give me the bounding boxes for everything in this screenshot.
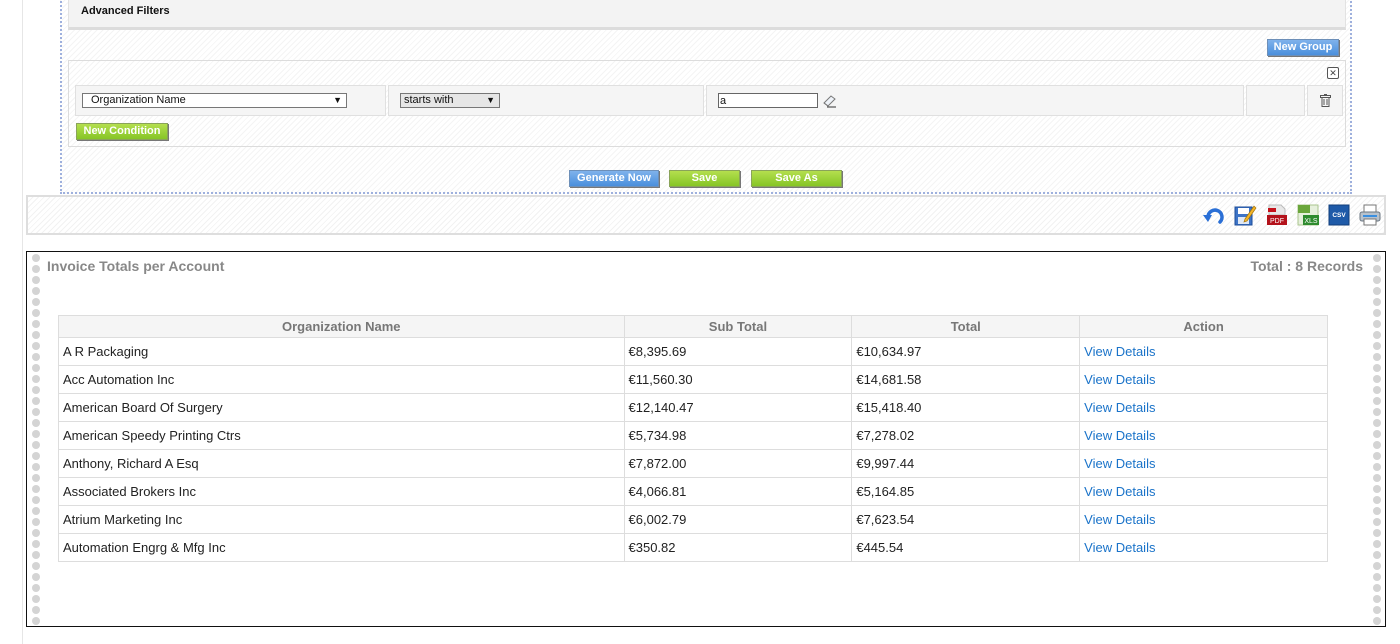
pdf-label: PDF xyxy=(1270,218,1284,225)
export-pdf-icon[interactable]: PDF xyxy=(1265,203,1289,227)
view-details-link[interactable]: View Details xyxy=(1084,344,1155,359)
action-cell: View Details xyxy=(1079,337,1328,366)
advanced-filters-title: Advanced Filters xyxy=(81,5,170,17)
report-panel: Invoice Totals per Account Total : 8 Rec… xyxy=(26,251,1386,627)
field-cell: Organization Name ▼ xyxy=(75,85,386,116)
table-row: Acc Automation Inc €11,560.30 €14,681.58… xyxy=(58,365,1328,394)
export-xls-icon[interactable]: XLS xyxy=(1296,203,1320,227)
org-name-cell: American Board Of Surgery xyxy=(58,393,625,422)
action-cell: View Details xyxy=(1079,393,1328,422)
close-box-icon[interactable]: ✕ xyxy=(1327,67,1339,79)
eraser-icon[interactable] xyxy=(821,94,837,108)
column-header-subtotal[interactable]: Sub Total xyxy=(623,315,853,338)
export-csv-icon[interactable]: CSV xyxy=(1327,203,1351,227)
view-details-link[interactable]: View Details xyxy=(1084,484,1155,499)
right-binding-dots xyxy=(1372,254,1382,628)
action-cell: View Details xyxy=(1079,365,1328,394)
total-cell: €7,623.54 xyxy=(851,505,1081,534)
filter-group: ✕ Organization Name ▼ starts with ▼ a Ne… xyxy=(68,60,1346,147)
table-header-row: Organization Name Sub Total Total Action xyxy=(58,315,1328,338)
org-name-cell: A R Packaging xyxy=(58,337,625,366)
subtotal-cell: €7,872.00 xyxy=(623,449,853,478)
subtotal-cell: €11,560.30 xyxy=(623,365,853,394)
operator-select[interactable]: starts with ▼ xyxy=(400,93,500,108)
empty-cell xyxy=(1246,85,1305,116)
org-name-cell: Anthony, Richard A Esq xyxy=(58,449,625,478)
org-name-cell: American Speedy Printing Ctrs xyxy=(58,421,625,450)
action-cell: View Details xyxy=(1079,421,1328,450)
delete-cell xyxy=(1307,85,1343,116)
operator-select-value: starts with xyxy=(404,94,454,106)
generate-now-button[interactable]: Generate Now xyxy=(569,170,659,187)
print-icon[interactable] xyxy=(1358,203,1382,227)
table-row: American Board Of Surgery €12,140.47 €15… xyxy=(58,393,1328,422)
filter-condition-row: Organization Name ▼ starts with ▼ xyxy=(69,85,1345,116)
field-select[interactable]: Organization Name ▼ xyxy=(82,93,347,108)
total-cell: €7,278.02 xyxy=(851,421,1081,450)
total-cell: €10,634.97 xyxy=(851,337,1081,366)
total-cell: €5,164.85 xyxy=(851,477,1081,506)
record-count: Total : 8 Records xyxy=(1250,258,1363,274)
view-details-link[interactable]: View Details xyxy=(1084,456,1155,471)
value-cell xyxy=(706,85,1244,116)
total-cell: €14,681.58 xyxy=(851,365,1081,394)
advanced-filters-header: Advanced Filters xyxy=(68,0,1346,30)
table-row: Automation Engrg & Mfg Inc €350.82 €445.… xyxy=(58,533,1328,562)
org-name-cell: Associated Brokers Inc xyxy=(58,477,625,506)
org-name-cell: Acc Automation Inc xyxy=(58,365,625,394)
value-input[interactable] xyxy=(718,93,818,108)
view-details-link[interactable]: View Details xyxy=(1084,428,1155,443)
table-row: American Speedy Printing Ctrs €5,734.98 … xyxy=(58,421,1328,450)
report-title: Invoice Totals per Account xyxy=(47,258,225,274)
column-header-organization[interactable]: Organization Name xyxy=(58,315,625,338)
action-cell: View Details xyxy=(1079,533,1328,562)
report-toolbar: PDF XLS CSV xyxy=(26,195,1386,235)
operator-cell: starts with ▼ xyxy=(388,85,704,116)
subtotal-cell: €6,002.79 xyxy=(623,505,853,534)
left-binding-dots xyxy=(31,254,41,628)
view-details-link[interactable]: View Details xyxy=(1084,400,1155,415)
save-as-button[interactable]: Save As xyxy=(751,170,842,187)
subtotal-cell: €8,395.69 xyxy=(623,337,853,366)
total-cell: €445.54 xyxy=(851,533,1081,562)
org-name-cell: Automation Engrg & Mfg Inc xyxy=(58,533,625,562)
subtotal-cell: €5,734.98 xyxy=(623,421,853,450)
table-row: Anthony, Richard A Esq €7,872.00 €9,997.… xyxy=(58,449,1328,478)
view-details-link[interactable]: View Details xyxy=(1084,540,1155,555)
new-group-button[interactable]: New Group xyxy=(1267,39,1339,56)
total-cell: €15,418.40 xyxy=(851,393,1081,422)
trash-icon[interactable] xyxy=(1320,94,1331,107)
new-condition-button[interactable]: New Condition xyxy=(76,123,168,140)
column-header-action: Action xyxy=(1079,315,1328,338)
column-header-total[interactable]: Total xyxy=(851,315,1081,338)
action-cell: View Details xyxy=(1079,477,1328,506)
csv-label: CSV xyxy=(1332,212,1346,219)
report-table: Organization Name Sub Total Total Action… xyxy=(58,315,1328,562)
subtotal-cell: €350.82 xyxy=(623,533,853,562)
refresh-icon[interactable] xyxy=(1202,203,1226,227)
save-button[interactable]: Save xyxy=(669,170,740,187)
table-row: Associated Brokers Inc €4,066.81 €5,164.… xyxy=(58,477,1328,506)
view-details-link[interactable]: View Details xyxy=(1084,372,1155,387)
chevron-down-icon: ▼ xyxy=(333,95,342,105)
total-cell: €9,997.44 xyxy=(851,449,1081,478)
chevron-down-icon: ▼ xyxy=(486,95,495,105)
view-details-link[interactable]: View Details xyxy=(1084,512,1155,527)
action-cell: View Details xyxy=(1079,449,1328,478)
table-row: A R Packaging €8,395.69 €10,634.97 View … xyxy=(58,337,1328,366)
action-cell: View Details xyxy=(1079,505,1328,534)
xls-label: XLS xyxy=(1304,218,1318,225)
table-row: Atrium Marketing Inc €6,002.79 €7,623.54… xyxy=(58,505,1328,534)
edit-report-icon[interactable] xyxy=(1233,203,1257,227)
subtotal-cell: €4,066.81 xyxy=(623,477,853,506)
subtotal-cell: €12,140.47 xyxy=(623,393,853,422)
advanced-filters-panel: Advanced Filters New Group ✕ Organizatio… xyxy=(60,0,1352,194)
field-select-value: Organization Name xyxy=(91,94,186,106)
org-name-cell: Atrium Marketing Inc xyxy=(58,505,625,534)
